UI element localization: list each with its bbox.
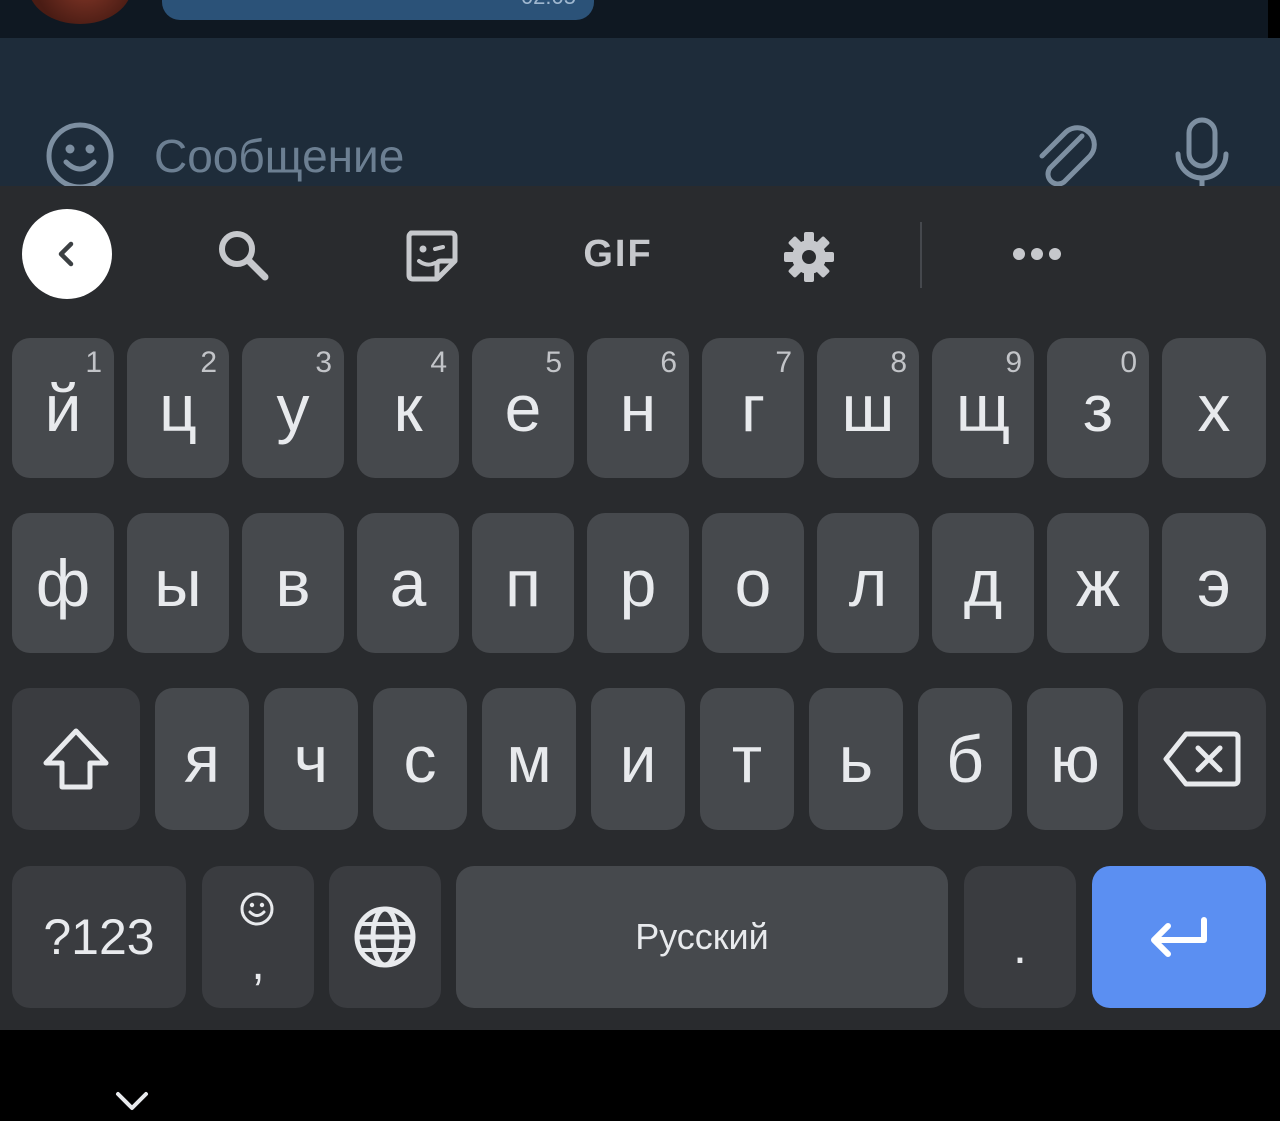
key-letter[interactable]: л (817, 513, 919, 653)
avatar[interactable] (28, 0, 132, 24)
toolbar-divider (920, 222, 922, 288)
search-icon[interactable] (206, 224, 280, 286)
key-letter[interactable]: у3 (242, 338, 344, 478)
key-letter[interactable]: ш8 (817, 338, 919, 478)
key-letter[interactable]: ч (264, 688, 358, 830)
period-key[interactable]: . (964, 866, 1076, 1008)
key-letter[interactable]: ж (1047, 513, 1149, 653)
key-letter[interactable]: ь (809, 688, 903, 830)
shift-arrow-icon (43, 728, 109, 790)
key-hint: 0 (1120, 346, 1137, 379)
enter-key[interactable] (1092, 866, 1266, 1008)
key-letter[interactable]: ю (1027, 688, 1123, 830)
shift-key[interactable] (12, 688, 140, 830)
paperclip-icon[interactable] (1030, 120, 1100, 192)
key-letter[interactable]: д (932, 513, 1034, 653)
comma-key[interactable]: , (202, 866, 314, 1008)
more-dots-icon[interactable] (1000, 232, 1074, 276)
key-letter[interactable]: ц2 (127, 338, 229, 478)
on-screen-keyboard: GIF й1 ц2 у3 к4 е 5 н 6 г 7 ш 8 щ 9 з 0 … (0, 186, 1280, 1030)
back-icon[interactable] (22, 209, 112, 299)
key-letter[interactable]: р (587, 513, 689, 653)
small-smiley-icon (240, 892, 274, 926)
key-letter[interactable]: н6 (587, 338, 689, 478)
message-input-bar (0, 38, 1280, 193)
key-letter[interactable]: я (155, 688, 249, 830)
key-letter[interactable]: г7 (702, 338, 804, 478)
key-hint: 3 (315, 346, 332, 379)
key-hint: 1 (85, 346, 102, 379)
symbols-key[interactable]: ?123 (12, 866, 186, 1008)
key-hint: 6 (660, 346, 677, 379)
key-letter[interactable]: с (373, 688, 467, 830)
key-letter[interactable]: о (702, 513, 804, 653)
message-bubble[interactable]: 02:05 (162, 0, 594, 20)
key-hint: 9 (1005, 346, 1022, 379)
chat-history-strip: 02:05 (0, 0, 1280, 38)
hide-keyboard-icon[interactable] (112, 1084, 152, 1116)
key-letter[interactable]: и (591, 688, 685, 830)
key-letter[interactable]: е5 (472, 338, 574, 478)
globe-icon (354, 906, 416, 968)
backspace-key[interactable] (1138, 688, 1266, 830)
globe-key[interactable] (329, 866, 441, 1008)
key-hint: 2 (200, 346, 217, 379)
key-letter[interactable]: ы (127, 513, 229, 653)
key-letter[interactable]: а (357, 513, 459, 653)
message-time: 02:05 (521, 0, 576, 10)
space-bar[interactable]: Русский (456, 866, 948, 1008)
key-letter[interactable]: т (700, 688, 794, 830)
smiley-icon[interactable] (44, 120, 116, 192)
key-letter[interactable]: в (242, 513, 344, 653)
gear-icon[interactable] (776, 224, 842, 290)
strip-edge (1268, 0, 1280, 38)
enter-arrow-icon (1151, 917, 1207, 957)
microphone-icon[interactable] (1170, 116, 1234, 194)
key-letter[interactable]: б (918, 688, 1012, 830)
navigation-bar (0, 1030, 1280, 1116)
key-letter[interactable]: м (482, 688, 576, 830)
message-input[interactable] (154, 126, 854, 186)
key-letter[interactable]: щ9 (932, 338, 1034, 478)
key-hint: 8 (890, 346, 907, 379)
gif-button[interactable]: GIF (570, 226, 666, 282)
key-letter[interactable]: ф (12, 513, 114, 653)
key-hint: 5 (545, 346, 562, 379)
key-letter[interactable]: й1 (12, 338, 114, 478)
key-letter[interactable]: з0 (1047, 338, 1149, 478)
key-letter[interactable]: э (1162, 513, 1266, 653)
key-letter[interactable]: х (1162, 338, 1266, 478)
sticker-icon[interactable] (398, 222, 464, 288)
key-letter[interactable]: к4 (357, 338, 459, 478)
key-hint: 7 (775, 346, 792, 379)
key-letter[interactable]: п (472, 513, 574, 653)
key-hint: 4 (430, 346, 447, 379)
backspace-icon (1163, 731, 1241, 787)
